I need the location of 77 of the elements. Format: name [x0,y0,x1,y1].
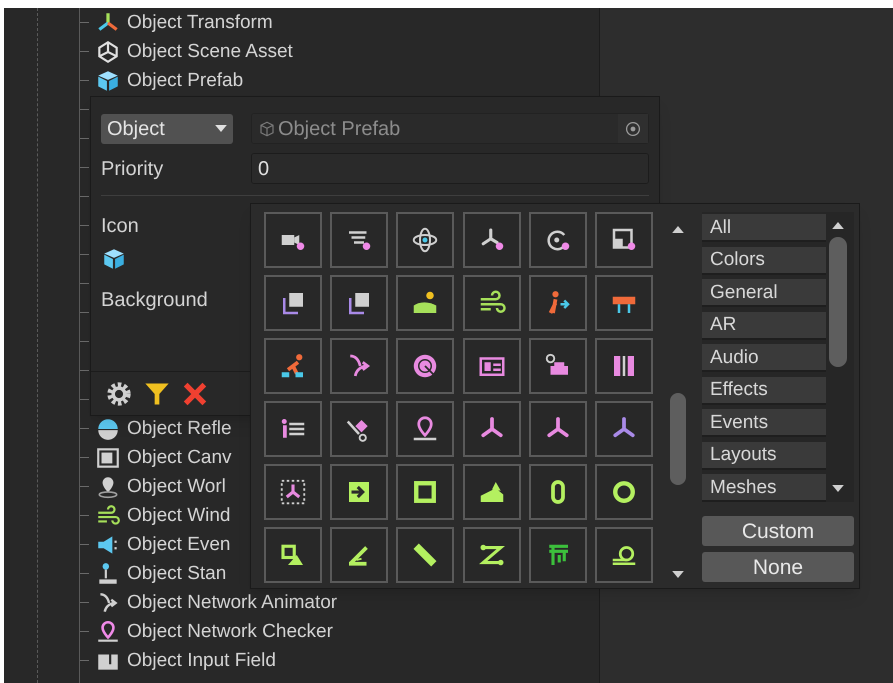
icon-cell[interactable] [396,464,454,520]
icon-cell[interactable] [264,338,322,394]
scroll-up-icon[interactable] [832,222,844,229]
tree-item-label[interactable]: Object Transform [127,13,273,32]
target-button[interactable] [618,114,648,143]
icon-cell[interactable] [330,338,388,394]
category-button[interactable]: Events [702,409,826,437]
object-field-value: Object Prefab [278,116,400,142]
icon-cell[interactable] [462,338,520,394]
icon-cell[interactable] [264,401,322,457]
tree-item-label[interactable]: Object Even [127,535,230,554]
icon-cell[interactable] [264,464,322,520]
scroll-down-icon[interactable] [672,571,684,578]
scroll-up-icon[interactable] [672,226,684,233]
category-button[interactable]: Colors [702,246,826,274]
icon-cell[interactable] [462,527,520,583]
icon-cell[interactable] [462,212,520,268]
scrollbar-thumb[interactable] [829,237,847,367]
category-button[interactable]: Effects [702,376,826,404]
icon-cell[interactable] [330,212,388,268]
caret-icon [215,125,227,132]
category-button[interactable]: Meshes [702,474,826,502]
settings-icon[interactable] [105,380,133,408]
icon-cell[interactable] [264,527,322,583]
object-field[interactable]: Object Prefab [251,113,649,144]
icon-cell[interactable] [396,212,454,268]
picker-button[interactable]: Custom [702,516,854,546]
icon-cell[interactable] [528,401,587,457]
icon-cell[interactable] [462,275,520,331]
cube-icon [258,120,276,138]
priority-label: Priority [101,156,164,182]
icon-cell[interactable] [330,464,388,520]
scroll-down-icon[interactable] [832,485,844,492]
icon-cell[interactable] [528,464,587,520]
tree-item-label[interactable]: Object Wind [127,506,230,525]
icon-cell[interactable] [264,212,322,268]
tree-item-label[interactable]: Object Canv [127,448,232,467]
category-button[interactable]: Layouts [702,442,826,470]
icon-cell[interactable] [396,527,454,583]
tree-item-label[interactable]: Object Refle [127,419,232,438]
icon-cell[interactable] [594,401,653,457]
icon-cell[interactable] [396,401,454,457]
tree-item-label[interactable]: Object Input Field [127,651,276,670]
icon-cell[interactable] [528,212,587,268]
icon-cell[interactable] [528,338,587,394]
tree-item-label[interactable]: Object Network Animator [127,593,338,612]
icon-cell[interactable] [462,464,520,520]
icon-cell[interactable] [594,275,653,331]
category-button[interactable]: Audio [702,344,826,372]
tree-item-label[interactable]: Object Prefab [127,71,244,90]
icon-cell[interactable] [528,527,587,583]
picker-button[interactable]: None [702,552,854,582]
icon-cell[interactable] [264,275,322,331]
scrollbar-thumb[interactable] [670,393,686,485]
category-button[interactable]: All [702,214,826,242]
background-label: Background [101,290,209,310]
target-icon [625,120,641,136]
icon-cell[interactable] [396,275,454,331]
tree-item-label[interactable]: Object Scene Asset [127,42,293,61]
tree-item-label[interactable]: Object Stan [127,564,226,583]
category-button[interactable]: General [702,279,826,307]
icon-cell[interactable] [330,401,388,457]
icon-cell[interactable] [396,338,454,394]
icon-cell[interactable] [594,464,653,520]
tree-item-label[interactable]: Object Network Checker [127,622,333,641]
icon-cell[interactable] [594,338,653,394]
priority-field[interactable]: 0 [251,153,649,184]
icon-cell[interactable] [594,527,653,583]
icon-label: Icon [101,216,140,236]
category-button[interactable]: AR [702,312,826,340]
icon-cell[interactable] [330,275,388,331]
icon-cell[interactable] [462,401,520,457]
tree-item-label[interactable]: Object Worl [127,477,226,496]
icon-cell[interactable] [528,275,587,331]
type-dropdown[interactable]: Object [101,114,233,144]
icon-cell[interactable] [330,527,388,583]
icon-cell[interactable] [594,212,653,268]
